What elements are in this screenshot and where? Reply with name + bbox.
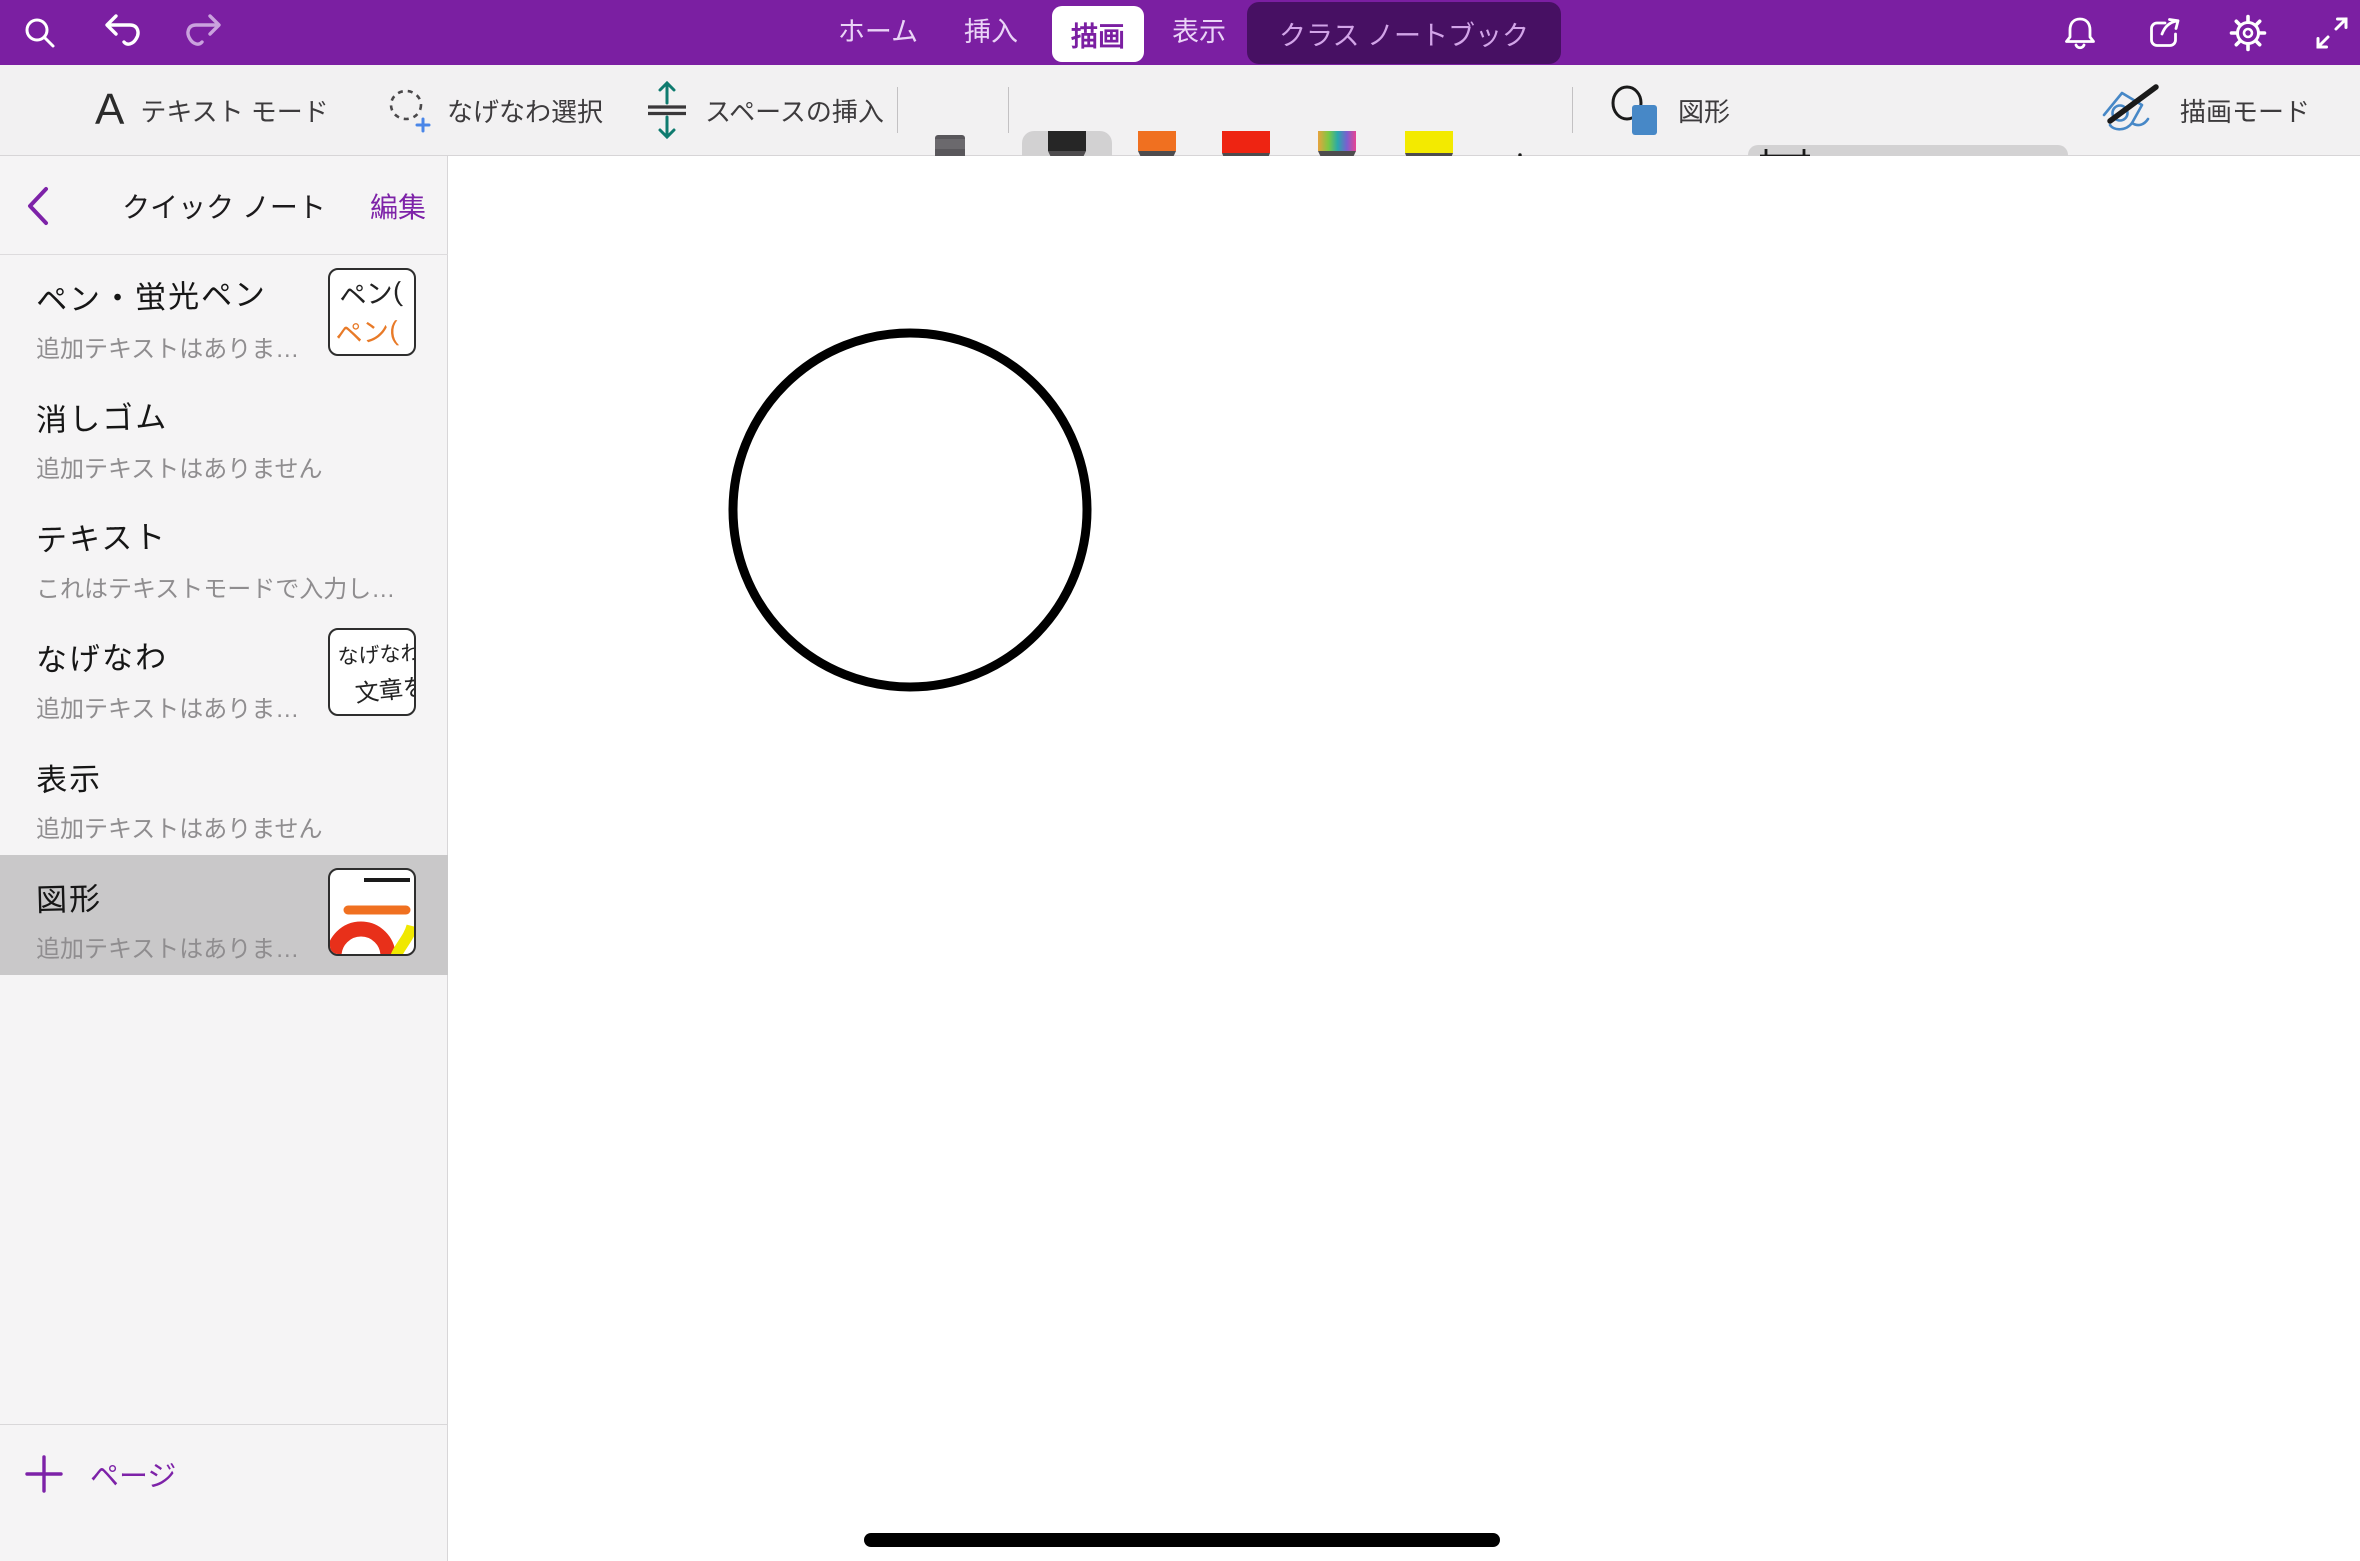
insert-space-label: スペースの挿入 <box>705 92 884 129</box>
tab-home[interactable]: ホーム <box>836 0 920 64</box>
page-subtitle: 追加テキストはありません <box>36 449 416 484</box>
svg-text:ペン(: ペン( <box>334 316 399 350</box>
tab-draw[interactable]: 描画 <box>1052 6 1144 62</box>
page-title: テキスト <box>35 507 326 560</box>
redo-button[interactable] <box>176 0 232 65</box>
page-row-text[interactable]: テキスト これはテキストモードで入力し… <box>0 495 448 615</box>
page-title: ペン・蛍光ペン <box>35 267 326 320</box>
search-icon <box>22 15 58 51</box>
undo-icon <box>100 13 144 53</box>
svg-text:文章を: 文章を <box>354 674 414 708</box>
page-subtitle: 追加テキストはありません <box>36 809 416 844</box>
shapes-label: 図形 <box>1678 92 1730 129</box>
page-row-shapes-selected[interactable]: 図形 追加テキストはありま… <box>0 855 448 975</box>
ink-stroke-circle <box>449 156 2360 1561</box>
settings-icon <box>2229 14 2267 52</box>
share-button[interactable] <box>2136 0 2192 65</box>
insert-space-button[interactable]: スペースの挿入 <box>645 65 884 155</box>
home-indicator[interactable] <box>864 1533 1500 1547</box>
page-list-header: クイック ノート 編集 <box>0 156 448 255</box>
tab-class-notebook[interactable]: クラス ノートブック <box>1247 2 1561 64</box>
shapes-icon <box>1608 82 1662 138</box>
lasso-label: なげなわ選択 <box>447 92 603 129</box>
share-icon <box>2145 14 2183 52</box>
notifications-button[interactable] <box>2052 0 2108 65</box>
toolbar-divider <box>1008 87 1009 133</box>
page-thumbnail: ペン( ペン( <box>328 268 416 356</box>
lasso-select-button[interactable]: なげなわ選択 <box>385 65 603 155</box>
drawing-canvas[interactable] <box>449 156 2360 1561</box>
notifications-icon <box>2062 14 2098 52</box>
toolbar-divider <box>1572 87 1573 133</box>
draw-mode-icon <box>2098 81 2164 139</box>
draw-mode-label: 描画モード <box>2180 92 2310 129</box>
page-list-panel: クイック ノート 編集 ペン・蛍光ペン 追加テキストはありま… ペン( ペン( … <box>0 156 448 1561</box>
shapes-button[interactable]: 図形 <box>1608 65 1730 155</box>
toolbar-divider <box>897 87 898 133</box>
insert-space-icon <box>645 79 689 141</box>
svg-text:ペン(: ペン( <box>338 277 403 312</box>
page-title: なげなわ <box>35 627 326 680</box>
page-thumbnail <box>328 868 416 956</box>
add-page-icon <box>24 1454 64 1494</box>
draw-ribbon: A テキスト モード なげなわ選択 スペースの挿入 <box>0 65 2360 156</box>
sidebar-footer-divider <box>0 1424 448 1425</box>
redo-icon <box>182 13 226 53</box>
edit-button[interactable]: 編集 <box>370 156 426 255</box>
text-mode-label: テキスト モード <box>140 92 328 129</box>
page-title: 図形 <box>35 867 326 920</box>
text-mode-icon: A <box>95 88 124 132</box>
text-mode-button[interactable]: A テキスト モード <box>95 65 329 155</box>
top-app-bar: ホーム 挿入 描画 表示 クラス ノートブック <box>0 0 2360 65</box>
undo-button[interactable] <box>94 0 150 65</box>
tab-view[interactable]: 表示 <box>1170 0 1228 64</box>
page-title: 消しゴム <box>35 387 326 440</box>
tab-insert[interactable]: 挿入 <box>962 0 1020 64</box>
search-button[interactable] <box>12 0 68 65</box>
page-row-pen-highlighter[interactable]: ペン・蛍光ペン 追加テキストはありま… ペン( ペン( <box>0 255 448 375</box>
add-page-button[interactable]: ページ <box>24 1448 176 1500</box>
page-title: 表示 <box>35 747 326 800</box>
fullscreen-button[interactable] <box>2304 0 2360 65</box>
page-row-view[interactable]: 表示 追加テキストはありません <box>0 735 448 855</box>
page-thumbnail: なげなわ 文章を <box>328 628 416 716</box>
page-row-eraser[interactable]: 消しゴム 追加テキストはありません <box>0 375 448 495</box>
add-page-label: ページ <box>90 1453 176 1495</box>
page-subtitle: これはテキストモードで入力し… <box>36 569 416 604</box>
fullscreen-icon <box>2314 15 2350 51</box>
draw-mode-button[interactable]: 描画モード <box>2098 65 2310 155</box>
page-row-lasso[interactable]: なげなわ 追加テキストはありま… なげなわ 文章を <box>0 615 448 735</box>
settings-button[interactable] <box>2220 0 2276 65</box>
svg-text:なげなわ: なげなわ <box>337 642 414 669</box>
lasso-icon <box>385 85 431 135</box>
